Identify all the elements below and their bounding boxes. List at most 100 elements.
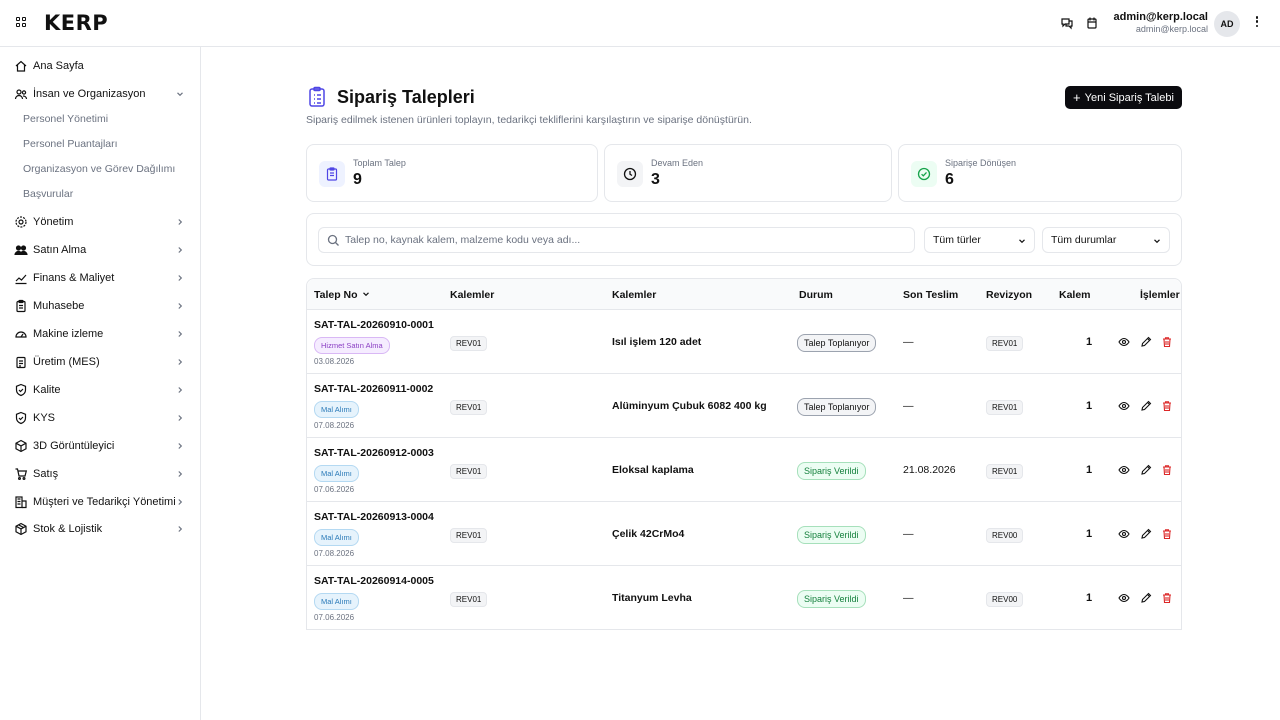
sidebar-item-3[interactable]: Satın Alma	[0, 236, 200, 264]
table-row[interactable]: SAT-TAL-20260914-0005 Mal Alımı 07.06.2026…	[307, 566, 1181, 630]
revision-badge: REV01	[986, 464, 1024, 479]
pencil-icon[interactable]	[1140, 336, 1152, 348]
status-badge: Sipariş Verildi	[797, 526, 866, 544]
calendar-icon[interactable]	[1085, 16, 1099, 30]
status-select[interactable]: Tüm durumlar	[1042, 227, 1170, 253]
clipboard-list-icon	[309, 86, 325, 107]
due-date: —	[903, 400, 914, 412]
pencil-icon[interactable]	[1140, 464, 1152, 476]
stat-card-in-progress: Devam Eden 3	[604, 144, 892, 202]
chart-line-icon	[15, 274, 27, 285]
sidebar-item-label: İnsan ve Organizasyon	[33, 88, 146, 100]
sidebar-item-label: Satın Alma	[33, 244, 87, 256]
chevron-down-icon	[1019, 239, 1025, 244]
chat-icon[interactable]	[1060, 16, 1074, 30]
table-row[interactable]: SAT-TAL-20260913-0004 Mal Alımı 07.08.2026…	[307, 502, 1181, 566]
clipboard-list-icon	[16, 356, 26, 369]
table-row[interactable]: SAT-TAL-20260912-0003 Mal Alımı 07.06.2026…	[307, 438, 1181, 502]
sidebar-item-label: Yönetim	[33, 216, 74, 228]
user-info[interactable]: admin@kerp.local admin@kerp.local	[1114, 11, 1208, 34]
eye-icon[interactable]	[1118, 464, 1130, 476]
sidebar-item-6[interactable]: Makine izleme	[0, 320, 200, 348]
user-group-icon	[14, 245, 28, 256]
item-count: 1	[1086, 336, 1093, 348]
sidebar-item-7[interactable]: Üretim (MES)	[0, 348, 200, 376]
trash-icon[interactable]	[1161, 464, 1173, 476]
request-no[interactable]: SAT-TAL-20260913-0004	[314, 511, 434, 523]
type-select[interactable]: Tüm türler	[924, 227, 1035, 253]
due-date: 21.08.2026	[903, 464, 956, 476]
request-type-badge: Hizmet Satın Alma	[314, 337, 390, 354]
table-row[interactable]: SAT-TAL-20260910-0001 Hizmet Satın Alma 03…	[307, 310, 1181, 374]
request-date: 07.08.2026	[314, 421, 355, 430]
revision-badge: REV01	[450, 592, 488, 607]
new-order-request-button[interactable]: + Yeni Sipariş Talebi	[1065, 86, 1182, 109]
request-date: 07.06.2026	[314, 613, 355, 622]
pencil-icon[interactable]	[1140, 592, 1152, 604]
eye-icon[interactable]	[1118, 592, 1130, 604]
col-status: Durum	[799, 289, 833, 301]
sidebar-item-5[interactable]: Muhasebe	[0, 292, 200, 320]
request-type-badge: Mal Alımı	[314, 465, 359, 482]
item-count: 1	[1086, 592, 1093, 604]
sidebar-item-label: Finans & Maliyet	[33, 272, 115, 284]
sidebar-item-label: Müşteri ve Tedarikçi Yönetimi	[33, 496, 176, 508]
eye-icon[interactable]	[1118, 400, 1130, 412]
table-header: Talep No Kalemler Kalemler Durum Son Tes…	[307, 279, 1181, 310]
sidebar-item-1[interactable]: İnsan ve Organizasyon	[0, 80, 200, 108]
new-order-request-label: Yeni Sipariş Talebi	[1084, 91, 1174, 104]
avatar[interactable]: AD	[1214, 11, 1240, 37]
sidebar-item-11[interactable]: Satış	[0, 460, 200, 488]
sidebar-item-label: Makine izleme	[33, 328, 104, 340]
eye-icon[interactable]	[1118, 528, 1130, 540]
sidebar-item-2[interactable]: Yönetim	[0, 208, 200, 236]
sidebar-subitem-0[interactable]: Personel Yönetimi	[23, 113, 108, 125]
sidebar-subitem-3[interactable]: Başvurular	[23, 188, 73, 200]
stat-value: 9	[353, 171, 362, 188]
table-row[interactable]: SAT-TAL-20260911-0002 Mal Alımı 07.08.2026…	[307, 374, 1181, 438]
package-icon	[15, 522, 27, 536]
trash-icon[interactable]	[1161, 336, 1173, 348]
item-name: Alüminyum Çubuk 6082 400 kg	[612, 400, 767, 412]
due-date: —	[903, 592, 914, 604]
status-select-value: Tüm durumlar	[1051, 234, 1117, 246]
sidebar-item-13[interactable]: Stok & Lojistik	[0, 515, 200, 543]
sidebar-item-0[interactable]: Ana Sayfa	[0, 52, 200, 80]
pencil-icon[interactable]	[1140, 400, 1152, 412]
search-input[interactable]	[345, 232, 905, 248]
request-no[interactable]: SAT-TAL-20260910-0001	[314, 319, 434, 331]
sidebar-item-label: Satış	[33, 468, 59, 480]
trash-icon[interactable]	[1161, 592, 1173, 604]
chevron-right-icon	[178, 331, 183, 337]
request-no[interactable]: SAT-TAL-20260912-0003	[314, 447, 434, 459]
request-date: 07.08.2026	[314, 549, 355, 558]
sidebar-item-4[interactable]: Finans & Maliyet	[0, 264, 200, 292]
sidebar-item-10[interactable]: 3D Görüntüleyici	[0, 432, 200, 460]
sidebar-item-label: 3D Görüntüleyici	[33, 440, 115, 452]
app-logo[interactable]: KERP	[44, 11, 108, 35]
cart-icon	[15, 468, 28, 481]
apps-grid-icon[interactable]	[16, 17, 28, 29]
trash-icon[interactable]	[1161, 400, 1173, 412]
col-request-no[interactable]: Talep No	[314, 289, 370, 301]
sidebar-subitem-2[interactable]: Organizasyon ve Görev Dağılımı	[23, 163, 175, 175]
sidebar-item-label: KYS	[33, 412, 56, 424]
building-icon	[15, 496, 27, 509]
sidebar-item-8[interactable]: Kalite	[0, 376, 200, 404]
sidebar-item-12[interactable]: Müşteri ve Tedarikçi Yönetimi	[0, 488, 200, 516]
sidebar-subitem-1[interactable]: Personel Puantajları	[23, 138, 118, 150]
type-select-value: Tüm türler	[933, 234, 981, 246]
more-vertical-icon[interactable]	[1254, 16, 1260, 30]
shield-check-icon	[15, 383, 27, 397]
eye-icon[interactable]	[1118, 336, 1130, 348]
due-date: —	[903, 528, 914, 540]
search-box[interactable]	[318, 227, 915, 253]
pencil-icon[interactable]	[1140, 528, 1152, 540]
check-circle-icon	[911, 161, 937, 187]
cube-icon	[15, 439, 27, 453]
trash-icon[interactable]	[1161, 528, 1173, 540]
request-no[interactable]: SAT-TAL-20260914-0005	[314, 575, 434, 587]
request-no[interactable]: SAT-TAL-20260911-0002	[314, 383, 433, 395]
col-items: Kalemler	[612, 289, 657, 301]
sidebar-item-9[interactable]: KYS	[0, 404, 200, 432]
